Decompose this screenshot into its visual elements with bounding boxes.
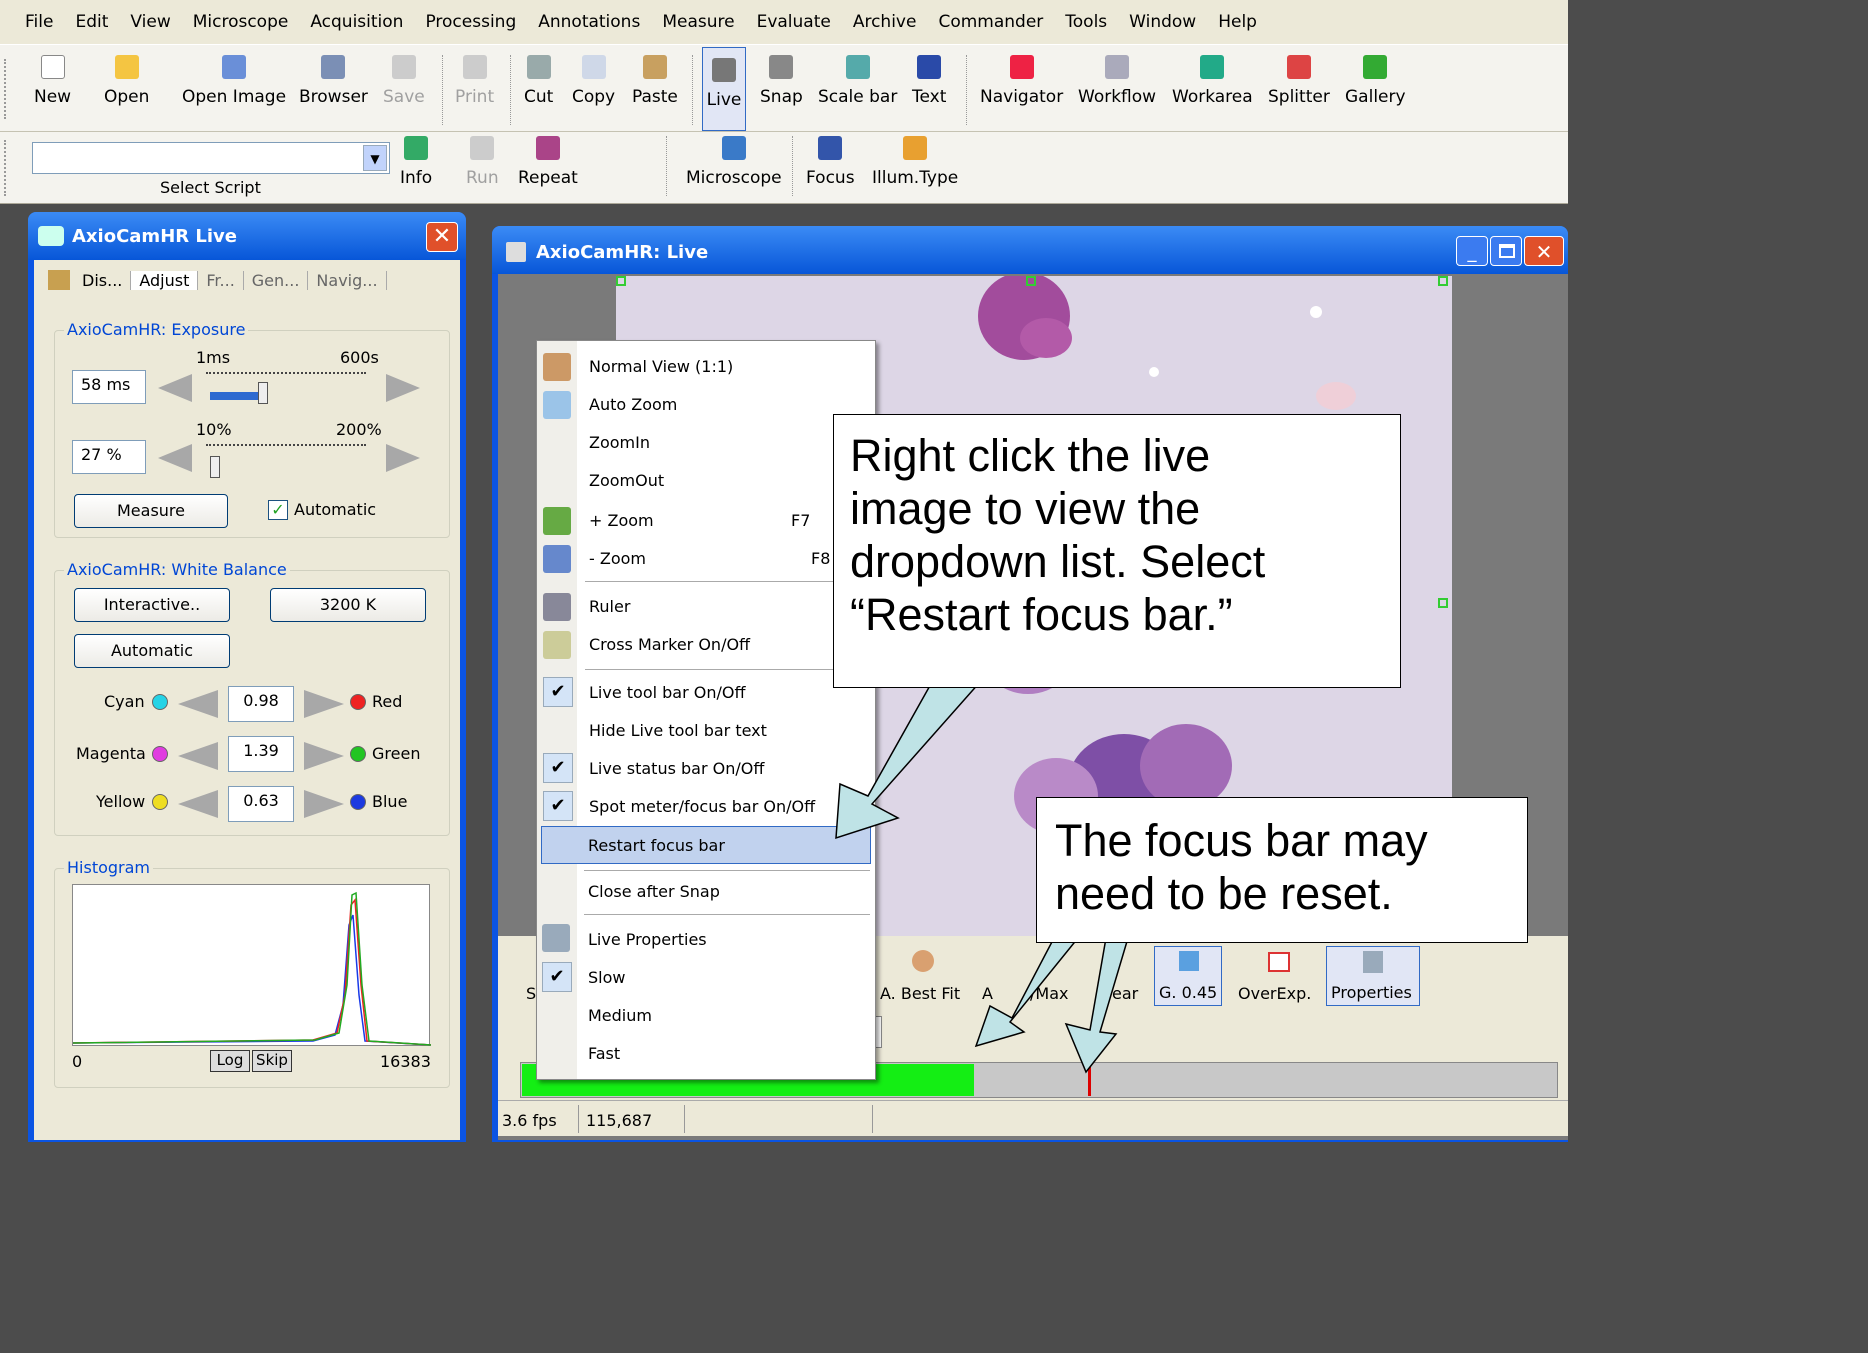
callout-focus-reset: The focus bar may need to be reset. <box>1036 797 1528 943</box>
callout-line: “Restart focus bar.” <box>850 589 1233 641</box>
callout-line: need to be reset. <box>1055 868 1393 920</box>
arrow-to-menu <box>835 681 982 840</box>
callout-right-click: Right click the live image to view the d… <box>833 414 1401 688</box>
callout-line: dropdown list. Select <box>850 536 1266 588</box>
arrow-to-focus-bar-2 <box>1064 937 1130 1074</box>
callout-line: image to view the <box>850 483 1201 535</box>
arrow-to-focus-bar-1 <box>974 937 1080 1048</box>
callout-line: The focus bar may <box>1055 815 1428 866</box>
callout-line: Right click the live <box>850 430 1211 481</box>
